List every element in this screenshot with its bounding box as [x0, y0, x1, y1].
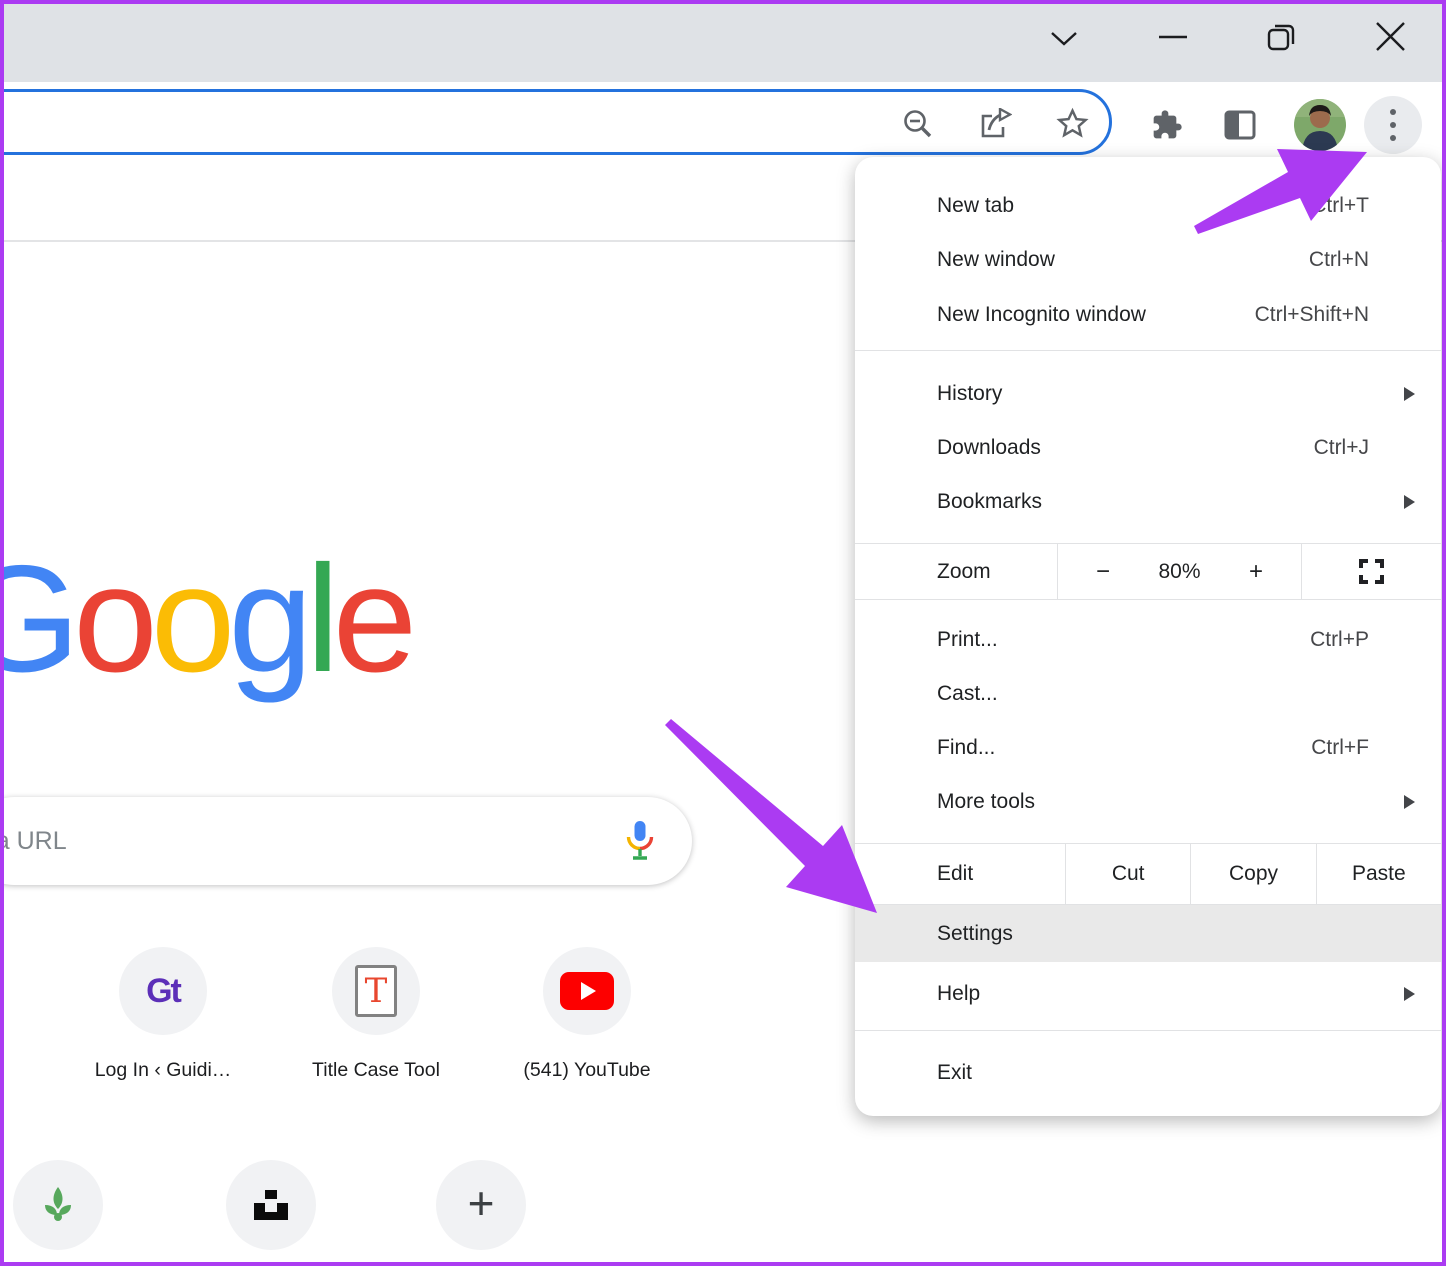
logo-letter: e	[333, 534, 411, 704]
three-dot-menu-button[interactable]	[1364, 96, 1422, 154]
shortcut-tile-login-guiding[interactable]: Gt Log In ‹ Guidi…	[63, 947, 263, 1082]
logo-letter: G	[0, 534, 73, 704]
fullscreen-icon	[1358, 558, 1385, 585]
logo-letter: o	[151, 534, 229, 704]
youtube-icon	[543, 947, 631, 1035]
menu-zoom-row: Zoom − 80% +	[855, 543, 1441, 600]
menu-label: New window	[937, 248, 1055, 272]
zoom-out-button[interactable]: −	[1096, 558, 1110, 586]
menu-label: New Incognito window	[937, 303, 1146, 327]
menu-item-new-tab[interactable]: New tab Ctrl+T	[855, 179, 1441, 233]
menu-label: Help	[937, 982, 980, 1006]
shortcut-tile-title-case[interactable]: T Title Case Tool	[276, 947, 476, 1082]
menu-label: Print...	[937, 628, 998, 652]
shortcut-label: (541) YouTube	[487, 1059, 687, 1082]
submenu-arrow-icon	[1404, 795, 1415, 809]
guidingtech-icon: Gt	[119, 947, 207, 1035]
menu-shortcut: Ctrl+Shift+N	[1255, 303, 1369, 327]
minimize-button[interactable]	[1158, 35, 1188, 39]
copy-button[interactable]: Copy	[1190, 844, 1315, 904]
unsplash-icon	[253, 1189, 289, 1221]
tab-search-chevron-icon[interactable]	[1048, 28, 1080, 48]
zoom-value: 80%	[1158, 560, 1200, 584]
menu-label: Exit	[937, 1061, 972, 1085]
title-case-icon: T	[332, 947, 420, 1035]
chrome-menu: New tab Ctrl+T New window Ctrl+N New Inc…	[855, 157, 1441, 1116]
submenu-arrow-icon	[1404, 387, 1415, 401]
cut-button[interactable]: Cut	[1065, 844, 1190, 904]
menu-item-new-incognito-window[interactable]: New Incognito window Ctrl+Shift+N	[855, 288, 1441, 342]
bookmark-star-icon[interactable]	[1055, 106, 1090, 141]
shortcut-tile-unsplash[interactable]	[226, 1160, 316, 1250]
cut-label: Cut	[1112, 862, 1145, 886]
menu-item-find[interactable]: Find... Ctrl+F	[855, 721, 1441, 775]
submenu-arrow-icon	[1404, 495, 1415, 509]
title-case-letter: T	[355, 965, 397, 1017]
menu-divider	[855, 1030, 1441, 1031]
menu-item-history[interactable]: History	[855, 367, 1441, 421]
paste-label: Paste	[1352, 862, 1406, 886]
menu-shortcut: Ctrl+F	[1311, 736, 1369, 760]
menu-item-help[interactable]: Help	[855, 967, 1441, 1021]
menu-label: Downloads	[937, 436, 1041, 460]
menu-shortcut: Ctrl+J	[1314, 436, 1369, 460]
menu-label: Bookmarks	[937, 490, 1042, 514]
guidingtech-logo-text: Gt	[146, 972, 180, 1011]
paste-button[interactable]: Paste	[1316, 844, 1441, 904]
settings-label: Settings	[937, 922, 1013, 946]
shortcut-label: Title Case Tool	[276, 1059, 476, 1082]
google-logo: Google	[0, 543, 410, 695]
menu-label: Cast...	[937, 682, 998, 706]
menu-label: New tab	[937, 194, 1014, 218]
menu-item-new-window[interactable]: New window Ctrl+N	[855, 233, 1441, 287]
menu-label: Find...	[937, 736, 995, 760]
restore-button[interactable]	[1264, 20, 1298, 54]
add-shortcut-button[interactable]: +	[436, 1160, 526, 1250]
search-placeholder: pe a URL	[0, 797, 67, 885]
search-input[interactable]: pe a URL	[0, 797, 692, 885]
copy-label: Copy	[1229, 862, 1278, 886]
toolbar	[0, 82, 1446, 161]
shortcut-label: Log In ‹ Guidi…	[63, 1059, 263, 1082]
menu-shortcut: Ctrl+P	[1310, 628, 1369, 652]
share-icon[interactable]	[978, 108, 1012, 140]
logo-letter: l	[306, 534, 333, 704]
voice-search-mic-icon[interactable]	[624, 819, 656, 870]
menu-label: More tools	[937, 790, 1035, 814]
plus-icon: +	[468, 1180, 495, 1226]
zoom-out-icon[interactable]	[902, 108, 934, 140]
menu-item-print[interactable]: Print... Ctrl+P	[855, 613, 1441, 667]
menu-shortcut: Ctrl+N	[1309, 248, 1369, 272]
logo-letter: o	[73, 534, 151, 704]
menu-divider	[855, 350, 1441, 351]
leaf-icon	[36, 1183, 80, 1227]
logo-letter: g	[228, 534, 306, 704]
shortcut-tile-leaf[interactable]	[13, 1160, 103, 1250]
menu-shortcut: Ctrl+T	[1311, 194, 1369, 218]
shortcut-tile-youtube[interactable]: (541) YouTube	[487, 947, 687, 1082]
browser-window: Google pe a URL ch Gt Log In ‹ Guidi… T …	[0, 0, 1446, 1266]
fullscreen-button[interactable]	[1302, 544, 1441, 599]
menu-item-exit[interactable]: Exit	[855, 1046, 1441, 1100]
menu-item-more-tools[interactable]: More tools	[855, 775, 1441, 829]
menu-edit-row: Edit Cut Copy Paste	[855, 843, 1441, 905]
zoom-in-button[interactable]: +	[1249, 558, 1263, 586]
edit-label: Edit	[937, 862, 973, 886]
menu-item-downloads[interactable]: Downloads Ctrl+J	[855, 421, 1441, 475]
address-bar[interactable]	[0, 89, 1112, 155]
zoom-label: Zoom	[937, 560, 991, 584]
menu-label: History	[937, 382, 1002, 406]
submenu-arrow-icon	[1404, 987, 1415, 1001]
menu-item-settings[interactable]: Settings	[855, 905, 1441, 962]
menu-item-cast[interactable]: Cast...	[855, 667, 1441, 721]
titlebar	[0, 0, 1446, 82]
close-button[interactable]	[1374, 20, 1407, 53]
profile-avatar[interactable]	[1294, 99, 1346, 151]
side-panel-icon[interactable]	[1224, 110, 1256, 140]
menu-item-bookmarks[interactable]: Bookmarks	[855, 475, 1441, 529]
extensions-puzzle-icon[interactable]	[1151, 109, 1183, 141]
